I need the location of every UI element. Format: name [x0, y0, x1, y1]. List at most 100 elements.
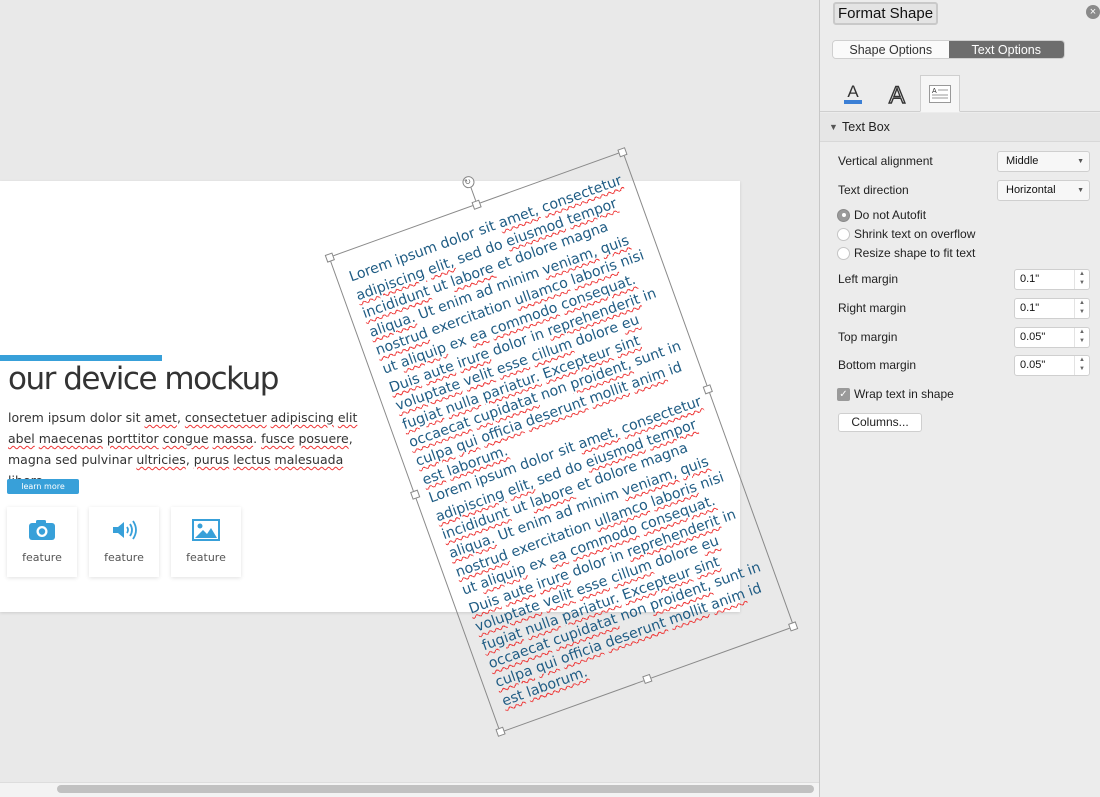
- collapse-triangle-icon: ▼: [829, 122, 838, 132]
- misspelled-word: massa: [212, 431, 254, 446]
- text-options-icon-tabs: A A A: [820, 75, 1100, 112]
- word: do: [562, 457, 585, 479]
- text-direction-label: Text direction: [838, 183, 909, 197]
- columns-button[interactable]: Columns...: [838, 413, 922, 432]
- stepper-value[interactable]: 0.05": [1020, 331, 1045, 343]
- section-title: Text Box: [842, 120, 890, 134]
- radio-button[interactable]: [837, 208, 850, 222]
- word: et: [574, 475, 594, 496]
- svg-text:A: A: [932, 88, 937, 95]
- top-margin-label: Top margin: [838, 330, 898, 344]
- misspelled-word: abel: [8, 431, 35, 446]
- dropdown-value: Middle: [1006, 155, 1039, 167]
- stepper-arrows-icon[interactable]: ▲ ▼: [1074, 299, 1089, 318]
- misspelled-word: anim: [708, 586, 748, 614]
- radio-shrink-text-on-overflow[interactable]: Shrink text on overflow: [837, 227, 975, 241]
- image-icon: [171, 519, 241, 541]
- word: ad: [552, 502, 575, 524]
- tab-text-options[interactable]: Text Options: [948, 41, 1064, 58]
- misspelled-word: elit: [337, 410, 358, 425]
- word: do: [482, 236, 505, 258]
- resize-handle-top-right[interactable]: [617, 147, 628, 158]
- camera-icon: [7, 519, 77, 541]
- left-margin-stepper[interactable]: 0.1" ▲ ▼: [1014, 269, 1090, 290]
- radio-button[interactable]: [837, 246, 850, 260]
- feature-card-camera[interactable]: feature: [7, 507, 77, 577]
- feature-card-audio[interactable]: feature: [89, 507, 159, 577]
- dropdown-value: Horizontal: [1006, 184, 1056, 196]
- tab-shape-options[interactable]: Shape Options: [833, 41, 949, 58]
- misspelled-word: congue: [162, 431, 209, 446]
- slide-canvas: our device mockup lorem ipsum dolor sit …: [0, 0, 819, 797]
- resize-handle-top[interactable]: [471, 199, 482, 211]
- speaker-icon: [89, 519, 159, 541]
- misspelled-word: est: [499, 686, 526, 710]
- misspelled-word: consectetuer: [184, 410, 267, 425]
- misspelled-word: fusce: [261, 431, 295, 446]
- bottom-margin-stepper[interactable]: 0.05" ▲ ▼: [1014, 355, 1090, 376]
- word: nisi: [618, 247, 647, 272]
- misspelled-word: purus: [193, 452, 230, 467]
- stepper-arrows-icon[interactable]: ▲ ▼: [1074, 356, 1089, 375]
- misspelled-word: ea: [547, 546, 569, 568]
- resize-handle-bottom-right[interactable]: [788, 621, 799, 632]
- feature-label: feature: [186, 551, 226, 564]
- top-margin-stepper[interactable]: 0.05" ▲ ▼: [1014, 327, 1090, 348]
- text-box-icon[interactable]: A: [920, 75, 960, 112]
- word: Ut: [495, 523, 517, 545]
- body-text-run: ,: [185, 452, 194, 467]
- stepper-value[interactable]: 0.1": [1020, 273, 1039, 285]
- feature-card-image[interactable]: feature: [171, 507, 241, 577]
- body-text-run: lorem ipsum dolor sit: [8, 410, 145, 425]
- vertical-alignment-dropdown[interactable]: Middle ▼: [997, 151, 1090, 172]
- word: et: [494, 253, 514, 274]
- radio-do-not-autofit[interactable]: Do not Autofit: [837, 208, 926, 222]
- misspelled-word: anim: [628, 365, 668, 393]
- right-margin-stepper[interactable]: 0.1" ▲ ▼: [1014, 298, 1090, 319]
- panel-title: Format Shape: [833, 2, 939, 25]
- word: ex: [526, 553, 549, 575]
- resize-handle-left[interactable]: [410, 489, 421, 500]
- radio-button[interactable]: [837, 227, 850, 241]
- wrap-text-checkbox-row[interactable]: ✓ Wrap text in shape: [837, 387, 954, 401]
- radio-resize-shape-to-fit-text[interactable]: Resize shape to fit text: [837, 246, 975, 260]
- learn-more-button[interactable]: learn more: [7, 479, 79, 494]
- bottom-margin-label: Bottom margin: [838, 358, 917, 372]
- misspelled-word: maecenas: [38, 431, 103, 446]
- word: in: [745, 559, 764, 580]
- radio-label: Resize shape to fit text: [854, 246, 976, 260]
- word: in: [528, 325, 547, 346]
- stepper-arrows-icon[interactable]: ▲ ▼: [1074, 270, 1089, 289]
- resize-handle-bottom[interactable]: [641, 673, 652, 685]
- word: ut: [430, 276, 450, 297]
- misspelled-word: amet: [144, 410, 177, 425]
- slide-title[interactable]: our device mockup: [8, 361, 279, 397]
- misspelled-word: ea: [467, 325, 490, 347]
- word: ex: [447, 332, 469, 354]
- misspelled-word: ultricies: [136, 452, 186, 467]
- checkbox-checked-icon[interactable]: ✓: [837, 387, 850, 401]
- misspelled-word: malesuada: [274, 452, 344, 467]
- stepper-value[interactable]: 0.05": [1020, 359, 1045, 371]
- text-direction-dropdown[interactable]: Horizontal ▼: [997, 180, 1090, 201]
- resize-handle-top-left[interactable]: [324, 252, 335, 263]
- resize-handle-bottom-left[interactable]: [495, 726, 506, 737]
- feature-label: feature: [104, 551, 144, 564]
- word: in: [640, 285, 659, 305]
- misspelled-word: eu: [619, 312, 642, 334]
- vertical-alignment-label: Vertical alignment: [838, 154, 933, 168]
- radio-label: Shrink text on overflow: [854, 227, 976, 241]
- format-shape-panel: Format Shape × Shape Options Text Option…: [819, 0, 1100, 797]
- word: ut: [510, 498, 530, 519]
- section-text-box[interactable]: ▼ Text Box: [820, 113, 1100, 142]
- stepper-value[interactable]: 0.1": [1020, 302, 1039, 314]
- horizontal-scrollbar-thumb[interactable]: [57, 785, 814, 793]
- word: in: [665, 338, 684, 359]
- text-fill-icon[interactable]: A: [833, 75, 873, 112]
- close-icon[interactable]: ×: [1086, 5, 1100, 19]
- text-outline-icon[interactable]: A: [877, 75, 917, 112]
- options-segmented-control: Shape Options Text Options: [832, 40, 1065, 59]
- stepper-arrows-icon[interactable]: ▲ ▼: [1074, 328, 1089, 347]
- right-margin-label: Right margin: [838, 301, 907, 315]
- word: nisi: [697, 469, 727, 493]
